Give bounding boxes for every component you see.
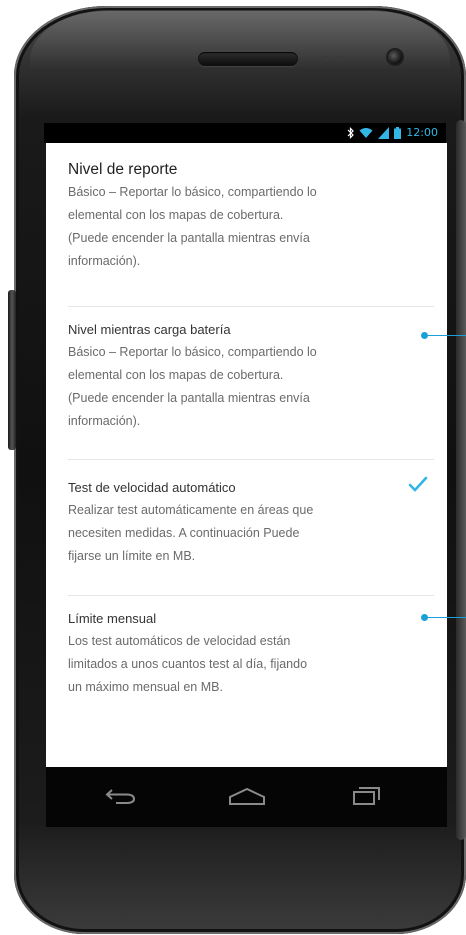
pref-summary-line: elemental con los mapas de cobertura. — [68, 368, 284, 382]
pref-title: Nivel mientras carga batería — [68, 322, 231, 337]
pref-summary-line: fijarse un límite en MB. — [68, 549, 196, 563]
light-sensor — [336, 56, 342, 62]
signal-icon — [378, 126, 390, 139]
pref-summary-line: Básico – Reportar lo básico, compartiend… — [68, 185, 317, 199]
wifi-icon — [359, 127, 373, 139]
pref-nivel-reporte[interactable]: Nivel de reporte Básico – Reportar lo bá… — [68, 159, 438, 273]
pref-title: Nivel de reporte — [68, 161, 178, 178]
pref-summary-line: (Puede encender la pantalla mientras env… — [68, 391, 310, 405]
pref-summary-line: necesiten medidas. A continuación Puede — [68, 526, 300, 540]
status-bar: 12:00 — [44, 123, 446, 143]
pref-summary-line: información). — [68, 414, 141, 428]
pref-summary-line: Realizar test automáticamente en áreas q… — [68, 503, 314, 517]
pref-test-velocidad[interactable]: Test de velocidad automático Realizar te… — [68, 477, 438, 568]
pref-summary-line: Los test automáticos de velocidad están — [68, 634, 291, 648]
status-icons: 12:00 — [347, 126, 438, 139]
recent-apps-button[interactable] — [342, 781, 392, 811]
pref-summary-line: Básico – Reportar lo básico, compartiend… — [68, 345, 317, 359]
recent-apps-icon — [353, 787, 380, 805]
pref-summary-line: limitados a unos cuantos test al día, fi… — [68, 657, 308, 671]
front-camera — [388, 50, 402, 64]
divider — [68, 306, 434, 307]
settings-screen: Nivel de reporte Básico – Reportar lo bá… — [46, 143, 447, 767]
checkmark-icon[interactable] — [408, 476, 428, 492]
callout-line — [426, 335, 466, 336]
home-icon — [229, 787, 265, 805]
pref-nivel-carga[interactable]: Nivel mientras carga batería Básico – Re… — [68, 319, 438, 433]
navigation-bar — [46, 767, 447, 827]
back-icon — [105, 789, 136, 804]
status-time: 12:00 — [406, 126, 438, 139]
volume-button — [8, 290, 16, 450]
earpiece-speaker — [198, 52, 298, 66]
phone-mockup: 12:00 Nivel de reporte Básico – Reportar… — [0, 0, 466, 935]
pref-summary-line: (Puede encender la pantalla mientras env… — [68, 231, 310, 245]
callout-line — [426, 617, 466, 618]
bluetooth-icon — [347, 126, 355, 139]
pref-title: Test de velocidad automático — [68, 480, 236, 495]
divider — [68, 595, 434, 596]
battery-icon — [394, 126, 402, 139]
pref-summary-line: elemental con los mapas de cobertura. — [68, 208, 284, 222]
pref-limite-mensual[interactable]: Límite mensual Los test automáticos de v… — [68, 608, 438, 699]
pref-summary-line: un máximo mensual en MB. — [68, 680, 223, 694]
phone-edge — [456, 120, 466, 840]
pref-title: Límite mensual — [68, 611, 157, 626]
back-button[interactable] — [96, 781, 146, 811]
pref-summary-line: información). — [68, 254, 141, 268]
home-button[interactable] — [222, 781, 272, 811]
divider — [68, 459, 434, 460]
proximity-sensor — [324, 56, 330, 62]
